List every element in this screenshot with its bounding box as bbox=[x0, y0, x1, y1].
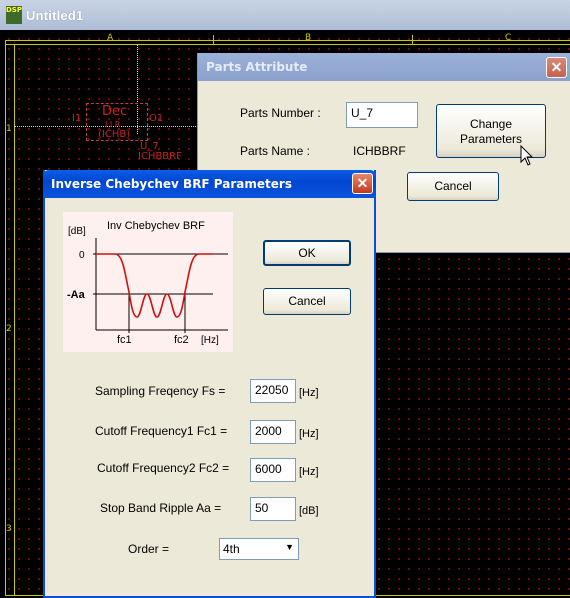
graph-y-zero-label: 0 bbox=[79, 250, 85, 261]
cutoff-frequency2-unit: [Hz] bbox=[299, 466, 319, 478]
column-label-c: C bbox=[505, 33, 512, 43]
cutoff-frequency1-label: Cutoff Frequency1 Fc1 = bbox=[95, 424, 228, 438]
parts-number-field[interactable]: U_7 bbox=[346, 102, 418, 128]
parts-name-value: ICHBBRF bbox=[353, 144, 406, 158]
graph-y-aa-label: -Aa bbox=[67, 289, 86, 301]
cutoff-frequency1-unit: [Hz] bbox=[299, 428, 319, 440]
column-ruler: A B C bbox=[5, 33, 570, 45]
parts-name-label: Parts Name : bbox=[240, 144, 311, 158]
order-selected-value: 4th bbox=[223, 542, 240, 556]
ruler-tick bbox=[213, 35, 214, 44]
row-label-1: 1 bbox=[6, 124, 12, 134]
cancel-button[interactable]: Cancel bbox=[263, 288, 351, 315]
cutoff-frequency1-field[interactable]: 2000 bbox=[250, 420, 296, 444]
parts-attribute-titlebar[interactable]: Parts Attribute ✕ bbox=[198, 53, 570, 81]
graph-fc1-label: fc1 bbox=[117, 334, 132, 346]
parts-number-label: Parts Number : bbox=[240, 106, 321, 120]
parts-cancel-button[interactable]: Cancel bbox=[407, 172, 499, 201]
graph-y-unit: [dB] bbox=[68, 226, 86, 237]
row-label-3: 3 bbox=[6, 524, 12, 534]
close-icon: ✕ bbox=[356, 175, 369, 191]
cutoff-frequency2-label: Cutoff Frequency2 Fc2 = bbox=[97, 461, 230, 475]
component-symbol: Dec bbox=[102, 104, 128, 119]
order-label: Order = bbox=[128, 542, 170, 556]
close-button[interactable]: ✕ bbox=[352, 173, 373, 194]
sampling-frequency-unit: [Hz] bbox=[299, 387, 319, 399]
cutoff-frequency2-field[interactable]: 6000 bbox=[250, 458, 296, 482]
inverse-chebychev-title: Inverse Chebychev BRF Parameters bbox=[51, 177, 292, 191]
filter-response-graph: Inv Chebychev BRF [dB] 0 -Aa fc1 fc2 [Hz… bbox=[63, 212, 233, 352]
sampling-frequency-field[interactable]: 22050 bbox=[250, 379, 296, 403]
column-label-a: A bbox=[107, 33, 114, 43]
close-icon: ✕ bbox=[550, 59, 563, 75]
schematic-component[interactable]: I1 O1 Dec I I R (ICHB) U_7 ICHBBRF bbox=[72, 103, 202, 163]
graph-response-curve bbox=[96, 253, 213, 318]
inverse-chebychev-dialog: Inverse Chebychev BRF Parameters ✕ Inv C… bbox=[43, 170, 376, 598]
window-title: Untitled1 bbox=[26, 8, 84, 23]
stop-band-ripple-field[interactable]: 50 bbox=[250, 497, 296, 521]
stop-band-ripple-label: Stop Band Ripple Aa = bbox=[100, 501, 222, 515]
column-label-b: B bbox=[305, 33, 312, 43]
component-part-name: ICHBBRF bbox=[138, 151, 182, 162]
main-titlebar[interactable]: DSP Untitled1 bbox=[0, 0, 570, 30]
order-select[interactable]: 4th ▼ bbox=[219, 538, 299, 560]
row-label-2: 2 bbox=[6, 324, 12, 334]
component-input-label: I1 bbox=[72, 113, 82, 124]
ok-button[interactable]: OK bbox=[263, 240, 351, 266]
component-output-label: O1 bbox=[149, 113, 164, 124]
dsp-app-icon: DSP bbox=[6, 6, 22, 24]
inverse-chebychev-titlebar[interactable]: Inverse Chebychev BRF Parameters ✕ bbox=[43, 170, 376, 198]
graph-x-unit: [Hz] bbox=[201, 335, 219, 346]
ruler-tick bbox=[412, 35, 413, 44]
parts-attribute-title: Parts Attribute bbox=[206, 60, 308, 74]
stop-band-ripple-unit: [dB] bbox=[299, 505, 319, 517]
graph-fc2-label: fc2 bbox=[174, 334, 189, 346]
chevron-down-icon[interactable]: ▼ bbox=[285, 542, 294, 552]
sampling-frequency-label: Sampling Freqency Fs = bbox=[95, 384, 226, 398]
filter-response-svg: Inv Chebychev BRF [dB] 0 -Aa fc1 fc2 [Hz… bbox=[67, 220, 228, 346]
component-type-tag: (ICHB) bbox=[98, 129, 131, 140]
mouse-cursor-icon bbox=[520, 145, 534, 166]
component-symbol-sub: I I R bbox=[105, 120, 121, 129]
close-button[interactable]: ✕ bbox=[546, 57, 567, 78]
graph-title: Inv Chebychev BRF bbox=[107, 220, 205, 232]
change-parameters-label-line1: Change bbox=[469, 117, 513, 131]
